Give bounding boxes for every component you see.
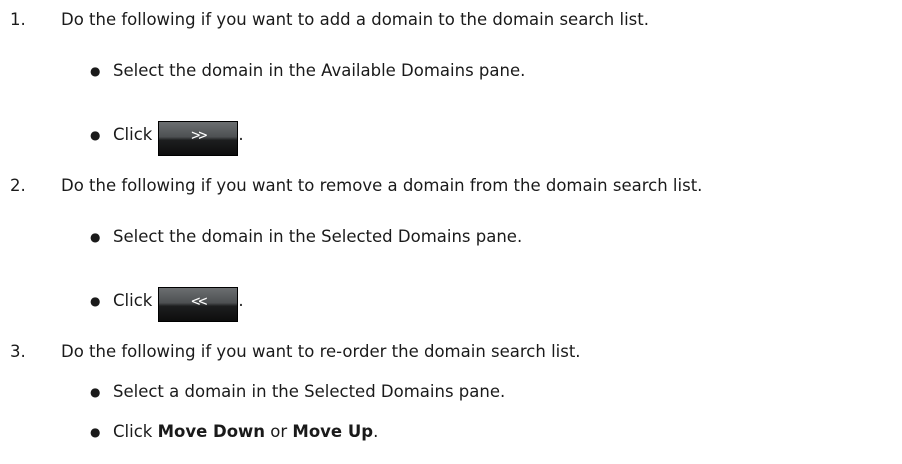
step-text: Do the following if you want to re-order… [61, 342, 581, 361]
period: . [238, 291, 244, 310]
sub-step-click: Click >>. [113, 121, 244, 165]
move-down-label: Move Down [157, 422, 266, 441]
sub-step-text: Select a domain in the Selected Domains … [113, 382, 506, 401]
bullet-icon: ● [90, 128, 101, 142]
period: . [238, 125, 244, 144]
bullet-icon: ● [90, 64, 101, 78]
step-text: Do the following if you want to add a do… [61, 10, 649, 29]
click-word: Click [113, 422, 158, 441]
or-word: or [265, 422, 293, 441]
remove-domain-button-image: << [158, 287, 239, 322]
bullet-icon: ● [90, 425, 101, 439]
double-chevron-left-icon: << [191, 292, 207, 310]
click-word: Click [113, 291, 153, 310]
click-word: Click [113, 125, 153, 144]
bullet-icon: ● [90, 230, 101, 244]
sub-step-text: Select the domain in the Available Domai… [113, 61, 526, 80]
sub-step-text: Select the domain in the Selected Domain… [113, 227, 523, 246]
double-chevron-right-icon: >> [191, 126, 207, 144]
step-text: Do the following if you want to remove a… [61, 176, 703, 195]
step-number: 3. [10, 342, 26, 361]
step-number: 2. [10, 176, 26, 195]
sub-step-click: Click <<. [113, 287, 244, 331]
bullet-icon: ● [90, 294, 101, 308]
step-number: 1. [10, 10, 26, 29]
bullet-icon: ● [90, 385, 101, 399]
period: . [373, 422, 379, 441]
add-domain-button-image: >> [158, 121, 239, 156]
move-up-label: Move Up [292, 422, 374, 441]
sub-step-click: Click Move Down or Move Up. [113, 420, 378, 444]
